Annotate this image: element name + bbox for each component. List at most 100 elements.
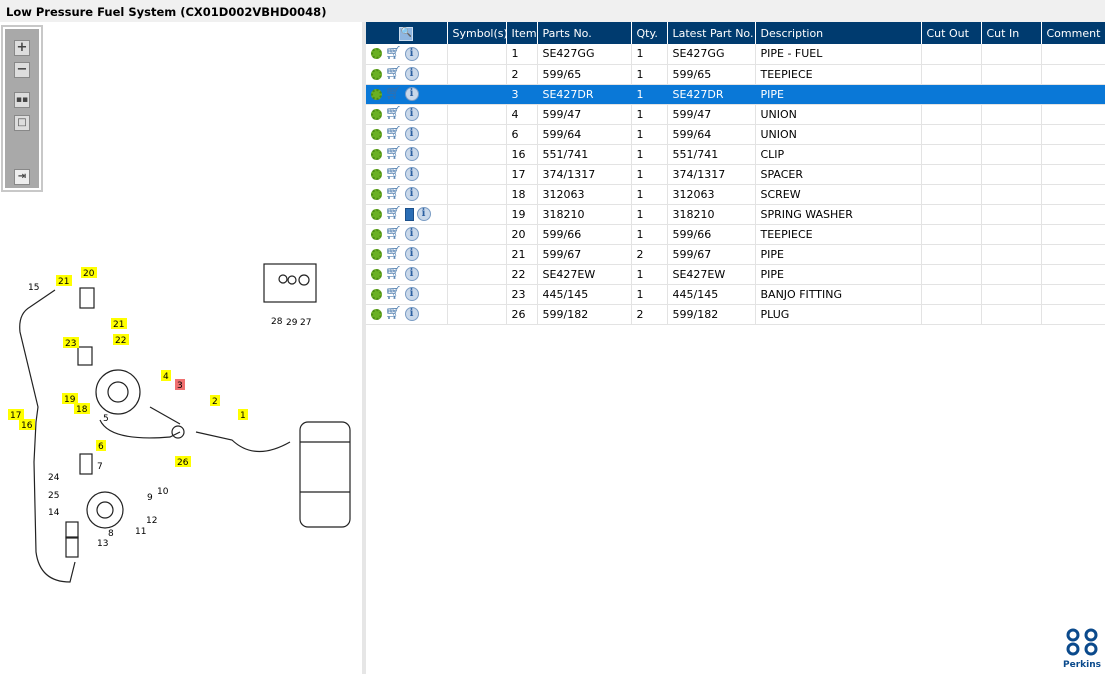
cart-icon[interactable]: 🛒︎ — [385, 87, 402, 100]
callout-label[interactable]: 23 — [65, 339, 76, 349]
info-icon[interactable]: i — [404, 267, 419, 281]
column-header[interactable]: Parts No. — [537, 22, 632, 44]
diagram-panel[interactable]: + − ▪▪ □ ⇥ 15 21 20 21 22 23 4 3 2 1 19 18 17 16 5 6 26 2… — [0, 22, 362, 674]
table-row[interactable]: 🛒︎ i 16 551/741 1 551/741 CLIP — [366, 144, 1105, 165]
table-row[interactable]: 🛒︎ i 18 312063 1 312063 SCREW — [366, 184, 1105, 205]
callout-label[interactable]: 24 — [48, 473, 60, 483]
callout-label[interactable]: 22 — [115, 336, 126, 346]
callout-label[interactable]: 4 — [163, 372, 169, 382]
callout-label[interactable]: 2 — [212, 397, 218, 407]
gear-icon[interactable] — [371, 228, 382, 240]
column-header[interactable]: Cut Out — [921, 22, 982, 44]
callout-label[interactable]: 16 — [21, 421, 33, 431]
callout-label[interactable]: 21 — [113, 320, 124, 330]
cart-icon[interactable]: 🛒︎ — [385, 67, 402, 80]
column-header[interactable]: Latest Part No. — [667, 22, 756, 44]
column-header[interactable]: Item — [506, 22, 538, 44]
gear-icon[interactable] — [371, 108, 382, 120]
table-row[interactable]: 🛒︎ i 4 599/47 1 599/47 UNION — [366, 104, 1105, 125]
callout-label[interactable]: 3 — [177, 381, 183, 391]
info-icon[interactable]: i — [404, 87, 419, 101]
callout-label[interactable]: 29 — [286, 318, 298, 328]
info-icon[interactable]: i — [404, 307, 419, 321]
column-header[interactable]: Qty. — [631, 22, 668, 44]
info-icon[interactable]: i — [404, 227, 419, 241]
table-row[interactable]: 🛒︎ i 26 599/182 2 599/182 PLUG — [366, 304, 1105, 325]
column-header[interactable]: Description — [755, 22, 922, 44]
gear-icon[interactable] — [371, 288, 382, 300]
callout-label[interactable]: 8 — [108, 529, 114, 539]
cart-icon[interactable]: 🛒︎ — [385, 47, 402, 60]
callout-label[interactable]: 7 — [97, 462, 103, 472]
info-icon[interactable]: i — [404, 127, 419, 141]
table-row[interactable]: 🛒︎ i 6 599/64 1 599/64 UNION — [366, 124, 1105, 145]
book-icon[interactable] — [404, 207, 414, 221]
callout-label[interactable]: 14 — [48, 508, 60, 518]
info-icon[interactable]: i — [404, 287, 419, 301]
callout-label[interactable]: 11 — [135, 527, 146, 537]
info-icon[interactable]: i — [404, 187, 419, 201]
gear-icon[interactable] — [371, 128, 382, 140]
callout-label[interactable]: 19 — [64, 395, 76, 405]
table-row[interactable]: 🛒︎ i 3 SE427DR 1 SE427DR PIPE — [366, 84, 1105, 105]
gear-icon[interactable] — [371, 188, 382, 200]
gear-icon[interactable] — [371, 88, 382, 100]
cart-icon[interactable]: 🛒︎ — [385, 287, 402, 300]
callout-label[interactable]: 25 — [48, 491, 59, 501]
gear-icon[interactable] — [371, 148, 382, 160]
callout-label[interactable]: 26 — [177, 458, 189, 468]
header-search-icon[interactable]: 🔍 — [366, 22, 448, 44]
callout-label[interactable]: 18 — [76, 405, 88, 415]
gear-icon[interactable] — [371, 308, 382, 320]
cart-icon[interactable]: 🛒︎ — [385, 267, 402, 280]
table-row[interactable]: 🛒︎ i 1 SE427GG 1 SE427GG PIPE - FUEL — [366, 44, 1105, 65]
callout-label[interactable]: 28 — [271, 317, 283, 327]
callout-label[interactable]: 6 — [98, 442, 104, 452]
table-row[interactable]: 🛒︎ i 17 374/1317 1 374/1317 SPACER — [366, 164, 1105, 185]
cart-icon[interactable]: 🛒︎ — [385, 207, 402, 220]
callout-label[interactable]: 5 — [103, 414, 109, 424]
gear-icon[interactable] — [371, 168, 382, 180]
gear-icon[interactable] — [371, 268, 382, 280]
gear-icon[interactable] — [371, 48, 382, 60]
cart-icon[interactable]: 🛒︎ — [385, 107, 402, 120]
cart-icon[interactable]: 🛒︎ — [385, 147, 402, 160]
callout-label[interactable]: 27 — [300, 318, 311, 328]
table-row[interactable]: 🛒︎ i 19 318210 1 318210 SPRING WASHER — [366, 204, 1105, 225]
cell-qty: 1 — [631, 124, 668, 145]
callout-label[interactable]: 10 — [157, 487, 169, 497]
column-header[interactable]: Symbol(s) — [447, 22, 508, 44]
callout-label[interactable]: 1 — [240, 411, 246, 421]
cart-icon[interactable]: 🛒︎ — [385, 227, 402, 240]
info-icon[interactable]: i — [404, 107, 419, 121]
cart-icon[interactable]: 🛒︎ — [385, 307, 402, 320]
cell-part-no: 312063 — [537, 184, 632, 205]
table-row[interactable]: 🛒︎ i 22 SE427EW 1 SE427EW PIPE — [366, 264, 1105, 285]
info-icon[interactable]: i — [404, 46, 419, 61]
table-row[interactable]: 🛒︎ i 20 599/66 1 599/66 TEEPIECE — [366, 224, 1105, 245]
table-row[interactable]: 🛒︎ i 21 599/67 2 599/67 PIPE — [366, 244, 1105, 265]
cart-icon[interactable]: 🛒︎ — [385, 187, 402, 200]
info-icon[interactable]: i — [404, 247, 419, 261]
table-row[interactable]: 🛒︎ i 2 599/65 1 599/65 TEEPIECE — [366, 64, 1105, 85]
gear-icon[interactable] — [371, 208, 382, 220]
callout-label[interactable]: 15 — [28, 283, 39, 293]
info-icon[interactable]: i — [416, 207, 431, 221]
callout-label[interactable]: 9 — [147, 493, 153, 503]
info-icon[interactable]: i — [404, 67, 419, 81]
info-icon[interactable]: i — [404, 147, 419, 161]
cart-icon[interactable]: 🛒︎ — [385, 167, 402, 180]
info-icon[interactable]: i — [404, 167, 419, 181]
cell-latest-part-no: 599/47 — [667, 104, 756, 125]
callout-label[interactable]: 20 — [83, 269, 95, 279]
callout-label[interactable]: 12 — [146, 516, 157, 526]
cart-icon[interactable]: 🛒︎ — [385, 247, 402, 260]
gear-icon[interactable] — [371, 248, 382, 260]
callout-label[interactable]: 13 — [97, 539, 108, 549]
callout-label[interactable]: 21 — [58, 277, 69, 287]
gear-icon[interactable] — [371, 68, 382, 80]
column-header[interactable]: Cut In — [981, 22, 1042, 44]
table-row[interactable]: 🛒︎ i 23 445/145 1 445/145 BANJO FITTING — [366, 284, 1105, 305]
cart-icon[interactable]: 🛒︎ — [385, 127, 402, 140]
column-header[interactable]: Comment — [1041, 22, 1105, 44]
